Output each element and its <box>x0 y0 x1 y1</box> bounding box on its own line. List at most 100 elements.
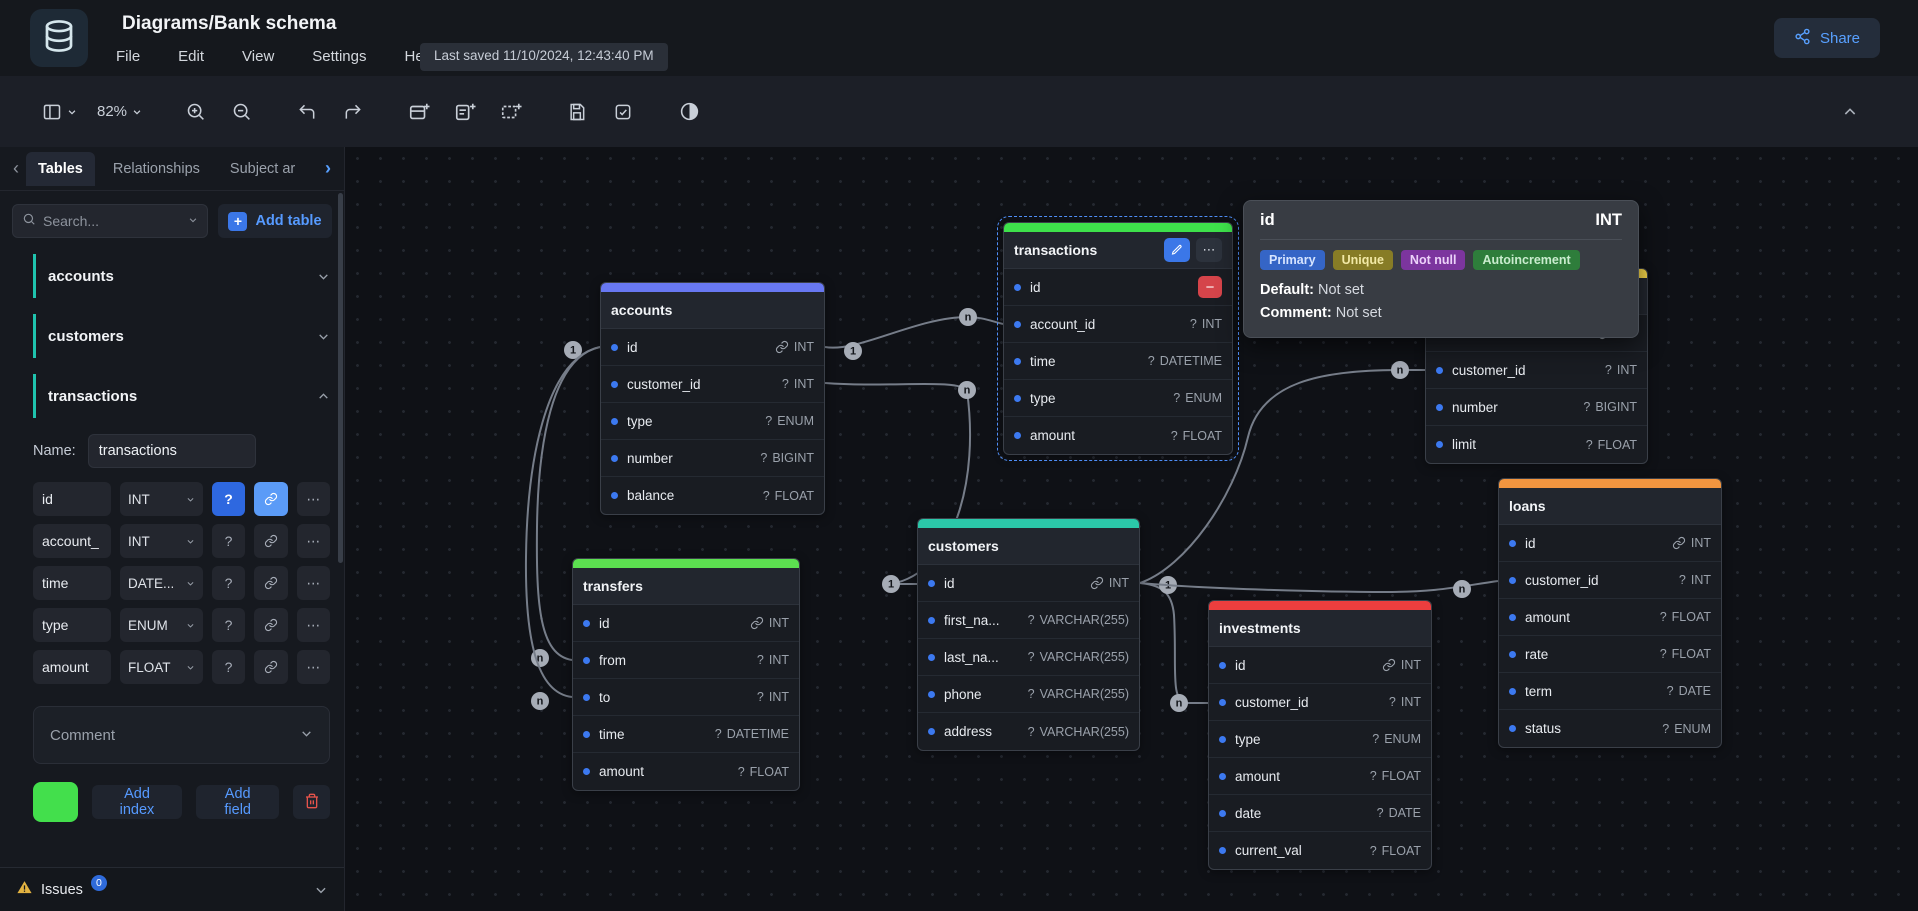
zoom-in-button[interactable] <box>174 92 216 132</box>
table-field-phone[interactable]: phone?VARCHAR(255) <box>918 676 1139 713</box>
field-type-select[interactable]: INT <box>120 524 203 558</box>
nullable-toggle-button[interactable]: ? <box>212 524 245 558</box>
table-field-number[interactable]: number?BIGINT <box>601 440 824 477</box>
search-caret-icon[interactable] <box>188 212 198 230</box>
field-more-button[interactable]: ⋯ <box>297 566 330 600</box>
table-field-amount[interactable]: amount?FLOAT <box>573 753 799 790</box>
table-accordion-transactions[interactable]: transactions <box>33 374 330 418</box>
save-button[interactable] <box>556 92 598 132</box>
field-more-button[interactable]: ⋯ <box>297 650 330 684</box>
primary-key-button[interactable] <box>254 524 287 558</box>
table-field-current_val[interactable]: current_val?FLOAT <box>1209 832 1431 869</box>
field-name-input[interactable] <box>33 482 111 516</box>
theme-toggle-button[interactable] <box>668 92 710 132</box>
delete-table-button[interactable] <box>293 785 330 819</box>
menu-item-view[interactable]: View <box>238 46 278 67</box>
table-accordion-customers[interactable]: customers <box>33 314 330 358</box>
tab-relationships[interactable]: Relationships <box>101 152 212 186</box>
table-field-address[interactable]: address?VARCHAR(255) <box>918 713 1139 750</box>
primary-key-button[interactable] <box>254 482 287 516</box>
canvas-table-accounts[interactable]: accountsidINTcustomer_id?INTtype?ENUMnum… <box>600 282 825 515</box>
add-index-button[interactable]: Add index <box>92 785 183 819</box>
tab-subject-ar[interactable]: Subject ar <box>218 152 307 186</box>
add-field-button[interactable]: Add field <box>196 785 279 819</box>
table-field-customer_id[interactable]: customer_id?INT <box>601 366 824 403</box>
edit-table-button[interactable] <box>1164 238 1190 262</box>
tabs-scroll-right-icon[interactable]: › <box>318 158 338 179</box>
add-note-tool-button[interactable] <box>444 92 486 132</box>
table-field-customer_id[interactable]: customer_id?INT <box>1426 352 1647 389</box>
sidebar-scrollbar[interactable] <box>338 193 343 563</box>
primary-key-button[interactable] <box>254 566 287 600</box>
table-field-type[interactable]: type?ENUM <box>601 403 824 440</box>
table-field-amount[interactable]: amount?FLOAT <box>1004 417 1232 454</box>
table-field-id[interactable]: idINT <box>1499 525 1721 562</box>
tabs-scroll-left-icon[interactable]: ‹ <box>6 158 26 179</box>
collapse-header-button[interactable] <box>1830 92 1870 132</box>
table-field-first_na[interactable]: first_na...?VARCHAR(255) <box>918 602 1139 639</box>
todo-button[interactable] <box>602 92 644 132</box>
table-field-last_na[interactable]: last_na...?VARCHAR(255) <box>918 639 1139 676</box>
table-field-balance[interactable]: balance?FLOAT <box>601 477 824 514</box>
table-field-time[interactable]: time?DATETIME <box>573 716 799 753</box>
table-field-id[interactable]: idINT <box>601 329 824 366</box>
nullable-toggle-button[interactable]: ? <box>212 608 245 642</box>
share-button[interactable]: Share <box>1774 18 1880 58</box>
comment-section[interactable]: Comment <box>33 706 330 764</box>
table-field-id[interactable]: id− <box>1004 269 1232 306</box>
table-name-input[interactable] <box>88 434 256 468</box>
search-box[interactable] <box>12 204 208 238</box>
canvas-table-loans[interactable]: loansidINTcustomer_id?INTamount?FLOATrat… <box>1498 478 1722 748</box>
field-more-button[interactable]: ⋯ <box>297 524 330 558</box>
canvas-table-investments[interactable]: investmentsidINTcustomer_id?INTtype?ENUM… <box>1208 600 1432 870</box>
field-type-select[interactable]: ENUM <box>120 608 203 642</box>
field-name-input[interactable] <box>33 608 111 642</box>
zoom-level-select[interactable]: 82% <box>89 92 150 132</box>
canvas-table-customers[interactable]: customersidINTfirst_na...?VARCHAR(255)la… <box>917 518 1140 751</box>
nullable-toggle-button[interactable]: ? <box>212 650 245 684</box>
table-field-id[interactable]: idINT <box>573 605 799 642</box>
delete-field-button[interactable]: − <box>1198 276 1222 298</box>
issues-chevron-icon[interactable] <box>314 883 328 897</box>
table-color-swatch[interactable] <box>33 782 78 822</box>
table-field-id[interactable]: idINT <box>918 565 1139 602</box>
menu-item-edit[interactable]: Edit <box>174 46 208 67</box>
canvas-table-transfers[interactable]: transfersidINTfrom?INTto?INTtime?DATETIM… <box>572 558 800 791</box>
table-field-number[interactable]: number?BIGINT <box>1426 389 1647 426</box>
table-field-time[interactable]: time?DATETIME <box>1004 343 1232 380</box>
table-field-customer_id[interactable]: customer_id?INT <box>1209 684 1431 721</box>
table-field-date[interactable]: date?DATE <box>1209 795 1431 832</box>
table-field-status[interactable]: status?ENUM <box>1499 710 1721 747</box>
primary-key-button[interactable] <box>254 650 287 684</box>
table-field-account_id[interactable]: account_id?INT <box>1004 306 1232 343</box>
field-name-input[interactable] <box>33 524 111 558</box>
table-field-from[interactable]: from?INT <box>573 642 799 679</box>
field-more-button[interactable]: ⋯ <box>297 482 330 516</box>
add-table-button[interactable]: + Add table <box>218 204 332 238</box>
primary-key-button[interactable] <box>254 608 287 642</box>
zoom-out-button[interactable] <box>220 92 262 132</box>
table-field-id[interactable]: idINT <box>1209 647 1431 684</box>
field-name-input[interactable] <box>33 566 111 600</box>
table-field-to[interactable]: to?INT <box>573 679 799 716</box>
field-type-select[interactable]: INT <box>120 482 203 516</box>
table-field-type[interactable]: type?ENUM <box>1209 721 1431 758</box>
table-more-button[interactable]: ⋯ <box>1196 238 1222 262</box>
menu-item-file[interactable]: File <box>112 46 144 67</box>
table-accordion-accounts[interactable]: accounts <box>33 254 330 298</box>
table-field-term[interactable]: term?DATE <box>1499 673 1721 710</box>
table-field-type[interactable]: type?ENUM <box>1004 380 1232 417</box>
field-more-button[interactable]: ⋯ <box>297 608 330 642</box>
field-name-input[interactable] <box>33 650 111 684</box>
undo-button[interactable] <box>286 92 328 132</box>
table-field-limit[interactable]: limit?FLOAT <box>1426 426 1647 463</box>
table-field-amount[interactable]: amount?FLOAT <box>1209 758 1431 795</box>
table-field-amount[interactable]: amount?FLOAT <box>1499 599 1721 636</box>
field-type-select[interactable]: FLOAT <box>120 650 203 684</box>
canvas[interactable]: 1nn11nn1nnn accountsidINTcustomer_id?INT… <box>346 147 1918 911</box>
add-table-tool-button[interactable] <box>398 92 440 132</box>
app-logo[interactable] <box>30 9 88 67</box>
layout-menu-button[interactable] <box>34 92 85 132</box>
menu-item-settings[interactable]: Settings <box>308 46 370 67</box>
issues-bar[interactable]: Issues 0 <box>0 867 344 911</box>
